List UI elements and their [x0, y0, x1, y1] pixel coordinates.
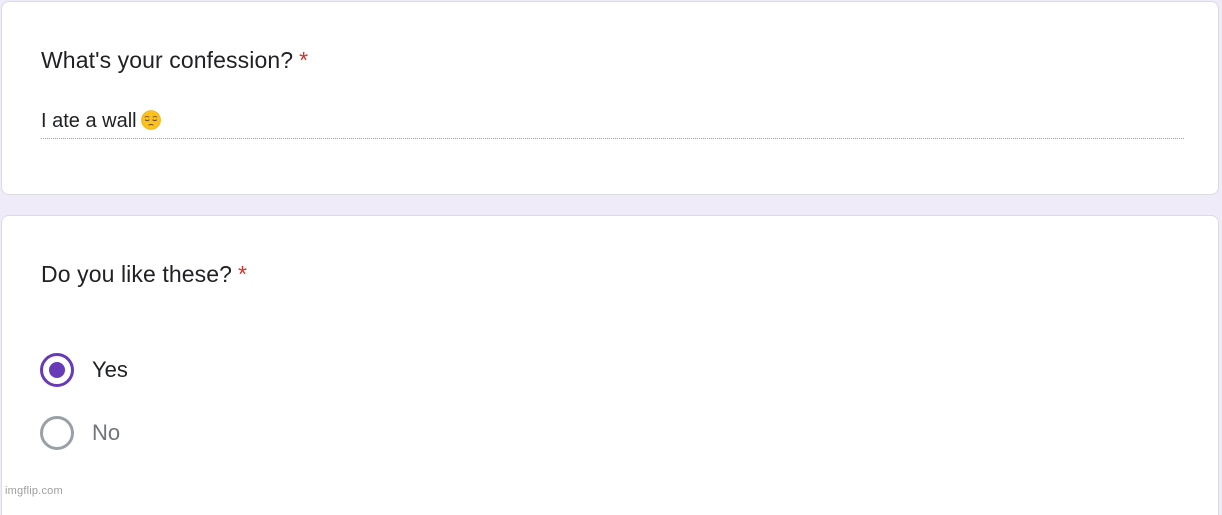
- option-label: Yes: [92, 357, 128, 382]
- question-title-text: What's your confession?: [41, 47, 294, 73]
- question-title: What's your confession? *: [41, 46, 308, 74]
- confession-answer-text: I ate a wall: [41, 110, 137, 132]
- question-card-like: Do you like these? * Yes No: [1, 215, 1219, 515]
- required-asterisk: *: [238, 261, 248, 287]
- confession-answer-input[interactable]: I ate a wall: [41, 106, 1184, 139]
- question-card-confession: What's your confession? * I ate a wall: [1, 1, 1219, 195]
- required-asterisk: *: [299, 47, 309, 73]
- option-no[interactable]: No: [40, 416, 120, 450]
- radio-no-unselected[interactable]: [40, 416, 74, 450]
- option-label: No: [92, 420, 121, 445]
- option-yes[interactable]: Yes: [40, 353, 128, 387]
- watermark: imgflip.com: [5, 485, 63, 497]
- question-title: Do you like these? *: [41, 260, 247, 288]
- question-title-text: Do you like these?: [41, 261, 233, 287]
- radio-yes-selected[interactable]: [40, 353, 74, 387]
- pensive-face-icon: [140, 110, 161, 130]
